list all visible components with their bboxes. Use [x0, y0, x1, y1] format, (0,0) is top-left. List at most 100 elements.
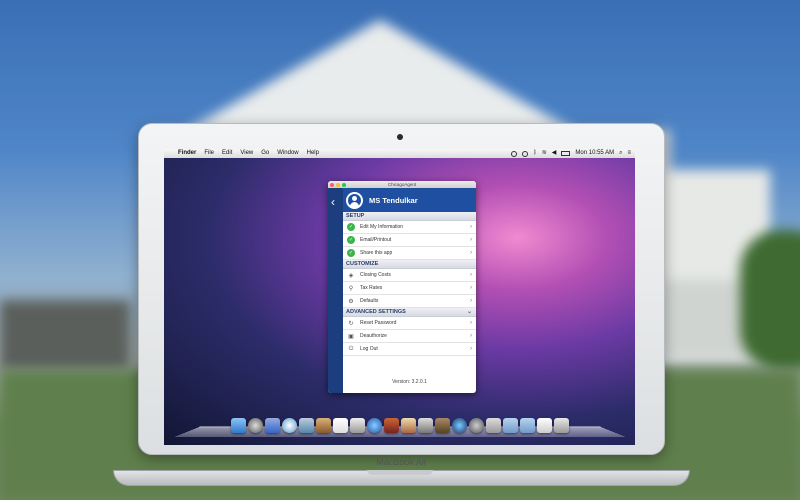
time-machine-icon[interactable]: [511, 150, 518, 157]
section-customize: CUSTOMIZE: [343, 260, 476, 269]
check-circle-icon: ✓: [347, 223, 355, 231]
check-circle-icon: ✓: [347, 249, 355, 257]
item-label: Deauthorize: [360, 333, 387, 339]
itunes-icon[interactable]: [367, 418, 382, 433]
search-icon[interactable]: ⌕: [619, 149, 622, 158]
chevron-right-icon: ›: [470, 333, 472, 339]
version-text: Version: 3.2.0.1: [392, 379, 427, 385]
app-store-icon[interactable]: [486, 418, 501, 433]
finder-icon[interactable]: [231, 418, 246, 433]
section-advanced-settings[interactable]: ADVANCED SETTINGS ⌄: [343, 308, 476, 317]
item-label: Email/Printout: [360, 237, 392, 243]
mail-icon[interactable]: [265, 418, 280, 433]
battery-icon[interactable]: [561, 151, 571, 156]
gear-icon: ⚙: [348, 298, 354, 305]
zoom-icon[interactable]: [342, 182, 346, 187]
wifi-icon[interactable]: ≋: [542, 149, 547, 158]
item-log-out[interactable]: ⏻ Log Out ›: [343, 343, 476, 356]
documents-icon[interactable]: [537, 418, 552, 433]
bluetooth-icon[interactable]: ᛒ: [533, 149, 537, 158]
chevron-right-icon: ›: [470, 285, 472, 291]
volume-icon[interactable]: ◀: [552, 149, 557, 158]
item-closing-costs[interactable]: ◈ Closing Costs ›: [343, 269, 476, 282]
iphoto-icon[interactable]: [401, 418, 416, 433]
menu-file[interactable]: File: [204, 149, 214, 158]
trash-icon[interactable]: [554, 418, 569, 433]
dashboard-icon[interactable]: [248, 418, 263, 433]
power-icon: ⏻: [348, 345, 354, 352]
item-email-printout[interactable]: ✓ Email/Printout ›: [343, 234, 476, 247]
item-label: Reset Password: [360, 320, 397, 326]
chevron-right-icon: ›: [470, 224, 472, 230]
avatar: [346, 191, 363, 209]
system-preferences-icon[interactable]: [469, 418, 484, 433]
menu-window[interactable]: Window: [277, 149, 298, 158]
chat-icon[interactable]: [522, 150, 529, 157]
item-label: Closing Costs: [360, 272, 391, 278]
window-title: ChicagoAgent: [387, 182, 417, 187]
settings-list: SETUP ✓ Edit My Information › ✓ Email/Pr…: [343, 212, 476, 393]
imovie-icon[interactable]: [418, 418, 433, 433]
check-circle-icon: ✓: [347, 236, 355, 244]
photo-booth-icon[interactable]: [384, 418, 399, 433]
location-pin-icon: ⚲: [348, 285, 354, 292]
app-window: ChicagoAgent ‹ MS Tendulkar SETUP ✓ Edit…: [328, 181, 476, 393]
item-edit-my-information[interactable]: ✓ Edit My Information ›: [343, 221, 476, 234]
chevron-down-icon: ⌄: [466, 309, 472, 315]
screen: Finder File Edit View Go Window Help ᛒ ≋…: [164, 149, 635, 445]
garageband-icon[interactable]: [435, 418, 450, 433]
applications-folder-icon[interactable]: [503, 418, 518, 433]
item-label: Log Out: [360, 346, 378, 352]
chevron-right-icon: ›: [470, 346, 472, 352]
item-share-this-app[interactable]: ✓ Share this app ›: [343, 247, 476, 260]
item-label: Share this app: [360, 250, 393, 256]
profile-header: MS Tendulkar: [343, 188, 476, 212]
user-icon: [348, 193, 361, 207]
chevron-right-icon: ›: [470, 298, 472, 304]
ichat-icon[interactable]: [299, 418, 314, 433]
refresh-icon: ↻: [348, 320, 354, 327]
menu-edit[interactable]: Edit: [222, 149, 232, 158]
item-label: Edit My Information: [360, 224, 404, 230]
downloads-folder-icon[interactable]: [520, 418, 535, 433]
camera: [397, 134, 403, 140]
address-book-icon[interactable]: [316, 418, 331, 433]
chevron-right-icon: ›: [470, 320, 472, 326]
chevron-right-icon: ›: [470, 272, 472, 278]
time-machine-icon[interactable]: [452, 418, 467, 433]
menu-help[interactable]: Help: [307, 149, 319, 158]
section-title: ADVANCED SETTINGS: [346, 309, 406, 315]
close-icon[interactable]: [330, 182, 334, 187]
dock: [194, 413, 606, 433]
preview-icon[interactable]: [350, 418, 365, 433]
laptop-label: MacBook Air: [376, 457, 427, 467]
item-reset-password[interactable]: ↻ Reset Password ›: [343, 317, 476, 330]
safari-icon[interactable]: [282, 418, 297, 433]
item-label: Tax Rates: [360, 285, 383, 291]
item-label: Defaults: [360, 298, 379, 304]
item-defaults[interactable]: ⚙ Defaults ›: [343, 295, 476, 308]
chevron-left-icon[interactable]: ‹: [331, 196, 335, 208]
laptop: Finder File Edit View Go Window Help ᛒ ≋…: [138, 123, 665, 467]
minimize-icon[interactable]: [336, 182, 340, 187]
laptop-base-notch: [367, 470, 433, 475]
lock-icon: ▣: [348, 333, 354, 340]
window-controls: [330, 182, 346, 187]
menu-view[interactable]: View: [240, 149, 253, 158]
menubar-clock[interactable]: Mon 10:55 AM: [575, 149, 614, 158]
menu-finder[interactable]: Finder: [178, 149, 196, 158]
app-sidebar: ‹: [328, 188, 343, 393]
tree: [740, 230, 800, 370]
user-name: MS Tendulkar: [369, 195, 418, 205]
item-tax-rates[interactable]: ⚲ Tax Rates ›: [343, 282, 476, 295]
chevron-right-icon: ›: [470, 237, 472, 243]
calendar-icon[interactable]: [333, 418, 348, 433]
menu-go[interactable]: Go: [261, 149, 269, 158]
tag-icon: ◈: [348, 272, 354, 279]
list-icon[interactable]: ≡: [627, 149, 631, 158]
section-setup: SETUP: [343, 212, 476, 221]
item-deauthorize[interactable]: ▣ Deauthorize ›: [343, 330, 476, 343]
fence: [0, 300, 130, 370]
window-titlebar[interactable]: ChicagoAgent: [328, 181, 476, 188]
menubar: Finder File Edit View Go Window Help ᛒ ≋…: [164, 149, 635, 158]
